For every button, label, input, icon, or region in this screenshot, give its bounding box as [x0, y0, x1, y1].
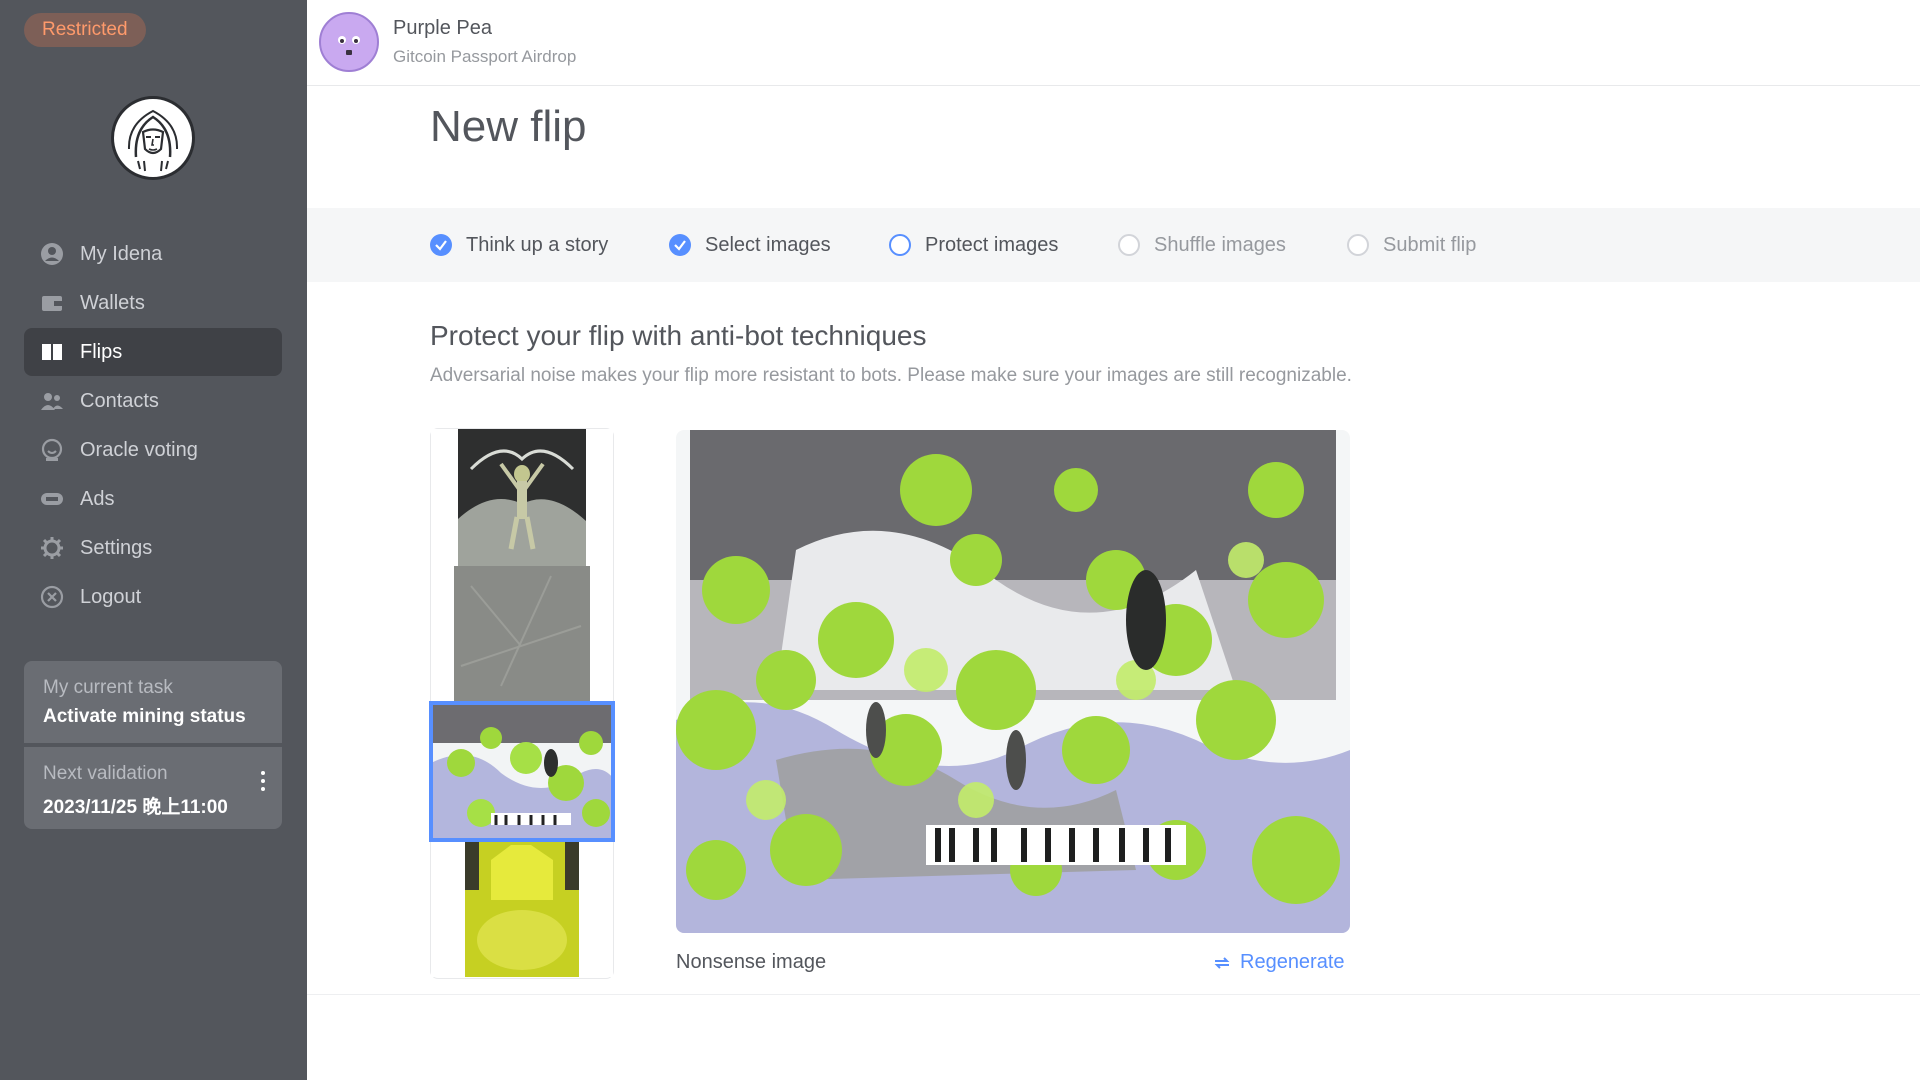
divider [307, 994, 1920, 995]
next-validation-card: Next validation 2023/11/25 晚上11:00 [24, 747, 282, 829]
flip-thumbnail[interactable] [431, 566, 613, 703]
user-subtitle: Gitcoin Passport Airdrop [393, 47, 577, 66]
idena-logo [111, 96, 195, 180]
page-title: New flip [430, 102, 587, 151]
sidebar: Restricted My Idena Wallets Flips Contac… [0, 0, 307, 1080]
step-label: Select images [705, 233, 831, 256]
user-circle-icon [40, 242, 64, 266]
sidebar-item-label: Flips [80, 340, 123, 363]
flip-thumbnail-selected[interactable] [429, 701, 615, 842]
step-shuffle-images[interactable]: Shuffle images [1118, 208, 1286, 282]
validation-value: 2023/11/25 晚上11:00 [43, 797, 228, 818]
sidebar-item-ads[interactable]: Ads [24, 475, 282, 523]
regenerate-button[interactable]: Regenerate [1212, 951, 1345, 974]
sidebar-item-wallets[interactable]: Wallets [24, 279, 282, 327]
sidebar-item-flips[interactable]: Flips [24, 328, 282, 376]
step-label: Shuffle images [1154, 233, 1286, 256]
circle-icon [1118, 234, 1140, 256]
circle-icon [889, 234, 911, 256]
flip-stepper: Think up a story Select images Protect i… [307, 208, 1920, 282]
sidebar-item-contacts[interactable]: Contacts [24, 377, 282, 425]
flips-icon [40, 340, 64, 364]
flip-thumbnail-strip [429, 428, 615, 979]
task-label: My current task [43, 677, 173, 698]
sidebar-item-label: Contacts [80, 389, 159, 412]
sidebar-item-label: Settings [80, 536, 153, 559]
step-label: Protect images [925, 233, 1059, 256]
restricted-badge: Restricted [24, 13, 146, 47]
section-title: Protect your flip with anti-bot techniqu… [430, 320, 927, 351]
sidebar-item-logout[interactable]: Logout [24, 573, 282, 621]
step-select-images[interactable]: Select images [669, 208, 831, 282]
sidebar-item-label: Logout [80, 585, 142, 608]
check-icon [669, 234, 691, 256]
flip-thumbnail[interactable] [431, 429, 613, 566]
sidebar-nav: My Idena Wallets Flips Contacts Oracle v… [24, 230, 282, 622]
contacts-icon [40, 389, 64, 413]
current-task-card[interactable]: My current task Activate mining status [24, 661, 282, 743]
avatar[interactable] [319, 12, 379, 72]
logout-icon [40, 585, 64, 609]
flip-thumbnail[interactable] [431, 840, 613, 977]
sidebar-item-my-idena[interactable]: My Idena [24, 230, 282, 278]
check-icon [430, 234, 452, 256]
sidebar-item-label: Wallets [80, 291, 145, 314]
top-header: Purple Pea Gitcoin Passport Airdrop [307, 0, 1920, 86]
oracle-icon [40, 438, 64, 462]
sidebar-item-settings[interactable]: Settings [24, 524, 282, 572]
circle-icon [1347, 234, 1369, 256]
kebab-menu-icon[interactable] [260, 771, 266, 795]
regenerate-label: Regenerate [1240, 951, 1345, 973]
step-protect-images[interactable]: Protect images [889, 208, 1058, 282]
step-label: Submit flip [1383, 233, 1477, 256]
ads-icon [40, 487, 64, 511]
sidebar-item-label: Oracle voting [80, 438, 198, 461]
refresh-icon [1214, 956, 1230, 969]
sidebar-item-label: Ads [80, 487, 115, 510]
wallet-icon [40, 291, 64, 315]
user-name: Purple Pea [393, 17, 492, 39]
sidebar-item-label: My Idena [80, 242, 163, 265]
gear-icon [40, 536, 64, 560]
task-value: Activate mining status [43, 706, 246, 727]
step-label: Think up a story [466, 233, 609, 256]
section-description: Adversarial noise makes your flip more r… [430, 365, 1352, 386]
sidebar-item-oracle-voting[interactable]: Oracle voting [24, 426, 282, 474]
validation-label: Next validation [43, 763, 168, 784]
step-think-up-a-story[interactable]: Think up a story [430, 208, 608, 282]
step-submit-flip[interactable]: Submit flip [1347, 208, 1476, 282]
protected-image-preview [676, 430, 1350, 933]
image-caption: Nonsense image [676, 951, 827, 973]
